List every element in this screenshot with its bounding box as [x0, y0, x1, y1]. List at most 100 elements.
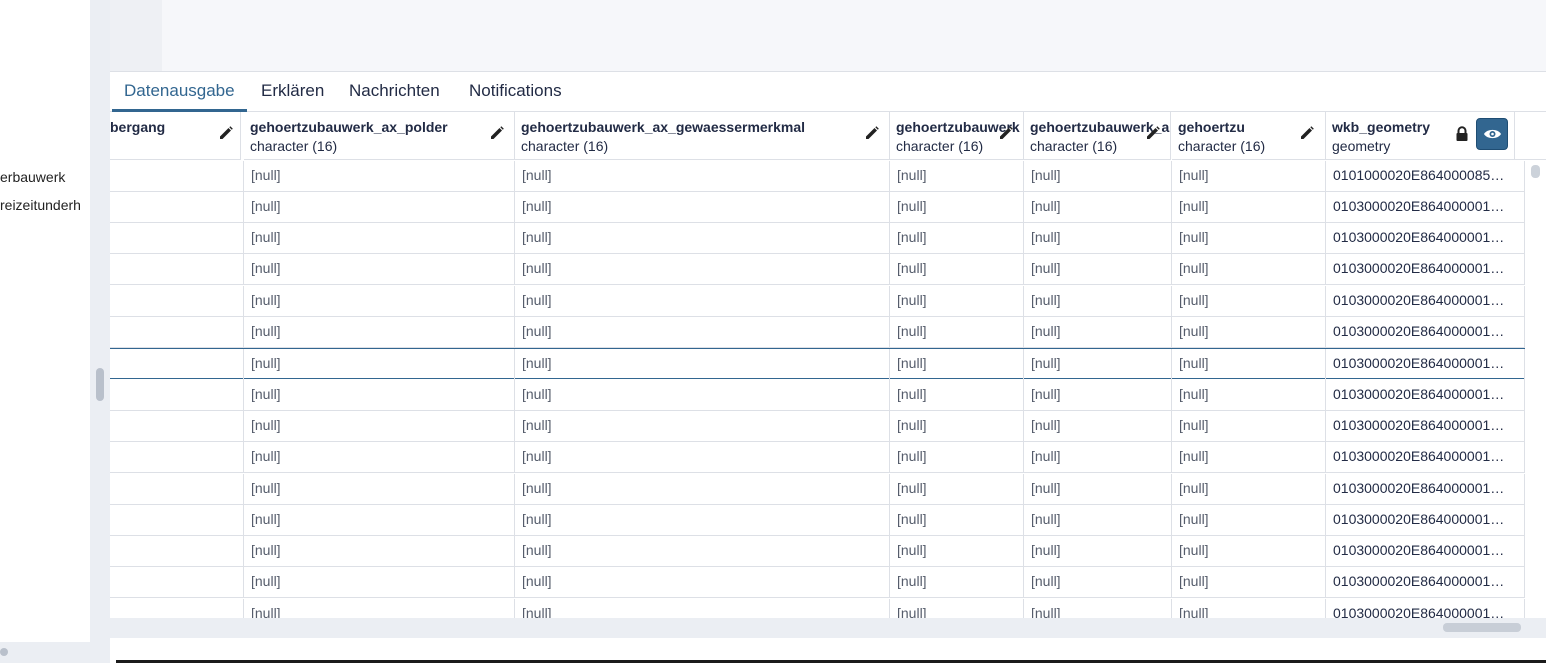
null-cell[interactable]: [null]	[890, 254, 1024, 286]
tab-notifications[interactable]: Notifications	[457, 72, 574, 112]
table-row[interactable]: [null] [null] [null] [null] [null] 0103000020…	[110, 442, 1525, 474]
table-row[interactable]: [null] [null] [null] [null] [null] 0103000020…	[110, 379, 1525, 411]
grid-hscrollbar[interactable]	[110, 618, 1546, 638]
null-cell[interactable]: [null]	[515, 254, 890, 286]
null-cell[interactable]: [null]	[515, 349, 890, 381]
null-cell[interactable]: [null]	[1172, 349, 1326, 381]
null-cell[interactable]: [null]	[244, 254, 515, 286]
table-cell[interactable]	[110, 317, 244, 348]
null-cell[interactable]: [null]	[244, 598, 515, 618]
null-cell[interactable]: [null]	[1172, 473, 1326, 505]
null-cell[interactable]: [null]	[1172, 598, 1326, 618]
null-cell[interactable]: [null]	[515, 442, 890, 474]
column-header[interactable]: gehoertzubauwerk_a character (16)	[1024, 112, 1171, 160]
null-cell[interactable]: [null]	[890, 473, 1024, 505]
null-cell[interactable]: [null]	[1024, 254, 1172, 286]
null-cell[interactable]: [null]	[515, 598, 890, 618]
table-row[interactable]: [null] [null] [null] [null] [null] 0103000020…	[110, 536, 1525, 568]
null-cell[interactable]: [null]	[1024, 317, 1172, 348]
tree-item[interactable]: reizeitunderh	[0, 197, 81, 213]
geometry-cell[interactable]: 0103000020E864000001…	[1326, 223, 1525, 255]
column-header[interactable]: gehoertzubauwerk character (16)	[890, 112, 1024, 160]
table-row[interactable]: [null] [null] [null] [null] [null] 0103000020…	[110, 504, 1525, 536]
table-cell[interactable]	[110, 191, 244, 223]
null-cell[interactable]: [null]	[244, 473, 515, 505]
null-cell[interactable]: [null]	[890, 349, 1024, 381]
table-cell[interactable]	[110, 379, 244, 411]
null-cell[interactable]: [null]	[1024, 379, 1172, 411]
null-cell[interactable]: [null]	[515, 223, 890, 255]
null-cell[interactable]: [null]	[244, 442, 515, 474]
null-cell[interactable]: [null]	[1024, 285, 1172, 317]
null-cell[interactable]: [null]	[1024, 504, 1172, 536]
geometry-cell[interactable]: 0103000020E864000001…	[1326, 254, 1525, 286]
pencil-icon[interactable]	[1145, 125, 1161, 141]
null-cell[interactable]: [null]	[1024, 349, 1172, 381]
geometry-cell[interactable]: 0103000020E864000001…	[1326, 317, 1525, 348]
tree-hscrollbar[interactable]	[0, 642, 110, 663]
column-header[interactable]: wkb_geometry geometry	[1326, 112, 1515, 160]
null-cell[interactable]: [null]	[515, 191, 890, 223]
tab-datenausgabe[interactable]: Datenausgabe	[112, 72, 247, 112]
table-cell[interactable]	[110, 473, 244, 505]
tab-erklaeren[interactable]: Erklären	[249, 72, 336, 112]
null-cell[interactable]: [null]	[515, 379, 890, 411]
null-cell[interactable]: [null]	[890, 410, 1024, 442]
null-cell[interactable]: [null]	[515, 410, 890, 442]
column-header[interactable]: bergang	[110, 112, 241, 160]
table-cell[interactable]	[110, 223, 244, 255]
tree-item[interactable]: erbauwerk	[0, 169, 65, 185]
table-cell[interactable]	[110, 536, 244, 568]
table-cell[interactable]	[110, 410, 244, 442]
query-editor[interactable]	[110, 0, 1546, 72]
geometry-cell[interactable]: 0103000020E864000001…	[1326, 473, 1525, 505]
table-row[interactable]: [null] [null] [null] [null] [null] 0103000020…	[110, 567, 1525, 599]
null-cell[interactable]: [null]	[244, 317, 515, 348]
null-cell[interactable]: [null]	[890, 504, 1024, 536]
null-cell[interactable]: [null]	[244, 160, 515, 192]
column-header[interactable]: gehoertzubauwerk_ax_polder character (16…	[244, 112, 515, 160]
table-row[interactable]: [null] [null] [null] [null] [null] 0103000020…	[110, 285, 1525, 317]
null-cell[interactable]: [null]	[244, 536, 515, 568]
table-row[interactable]: [null] [null] [null] [null] [null] 0103000020…	[110, 317, 1525, 348]
grid-hscrollbar-thumb[interactable]	[1443, 623, 1521, 632]
pencil-icon[interactable]	[1299, 125, 1315, 141]
geometry-cell[interactable]: 0103000020E864000001…	[1326, 598, 1525, 618]
table-row[interactable]: [null] [null] [null] [null] [null] 0103000020…	[110, 348, 1525, 381]
null-cell[interactable]: [null]	[515, 504, 890, 536]
null-cell[interactable]: [null]	[515, 317, 890, 348]
null-cell[interactable]: [null]	[890, 379, 1024, 411]
null-cell[interactable]: [null]	[1172, 191, 1326, 223]
tree-scrollbar[interactable]	[90, 0, 110, 642]
null-cell[interactable]: [null]	[890, 567, 1024, 599]
pencil-icon[interactable]	[489, 125, 505, 141]
null-cell[interactable]: [null]	[1024, 536, 1172, 568]
table-cell[interactable]	[110, 160, 244, 192]
geometry-cell[interactable]: 0103000020E864000001…	[1326, 442, 1525, 474]
table-cell[interactable]	[110, 285, 244, 317]
null-cell[interactable]: [null]	[1172, 160, 1326, 192]
scroll-handle-icon[interactable]	[0, 648, 8, 656]
null-cell[interactable]: [null]	[515, 536, 890, 568]
null-cell[interactable]: [null]	[1172, 567, 1326, 599]
geometry-cell[interactable]: 0103000020E864000001…	[1326, 504, 1525, 536]
null-cell[interactable]: [null]	[1172, 536, 1326, 568]
null-cell[interactable]: [null]	[515, 285, 890, 317]
view-geometry-button[interactable]	[1476, 118, 1508, 150]
table-row[interactable]: [null] [null] [null] [null] [null] 0101000020…	[110, 160, 1525, 192]
grid-vscrollbar[interactable]	[1525, 160, 1546, 618]
null-cell[interactable]: [null]	[244, 285, 515, 317]
null-cell[interactable]: [null]	[890, 317, 1024, 348]
null-cell[interactable]: [null]	[1024, 567, 1172, 599]
geometry-cell[interactable]: 0103000020E864000001…	[1326, 349, 1525, 381]
null-cell[interactable]: [null]	[1024, 223, 1172, 255]
geometry-cell[interactable]: 0103000020E864000001…	[1326, 285, 1525, 317]
table-row[interactable]: [null] [null] [null] [null] [null] 0103000020…	[110, 410, 1525, 442]
null-cell[interactable]: [null]	[244, 410, 515, 442]
null-cell[interactable]: [null]	[244, 191, 515, 223]
null-cell[interactable]: [null]	[1172, 379, 1326, 411]
column-header[interactable]: gehoertzu character (16)	[1172, 112, 1326, 160]
table-cell[interactable]	[110, 254, 244, 286]
null-cell[interactable]: [null]	[890, 285, 1024, 317]
geometry-cell[interactable]: 0103000020E864000001…	[1326, 536, 1525, 568]
